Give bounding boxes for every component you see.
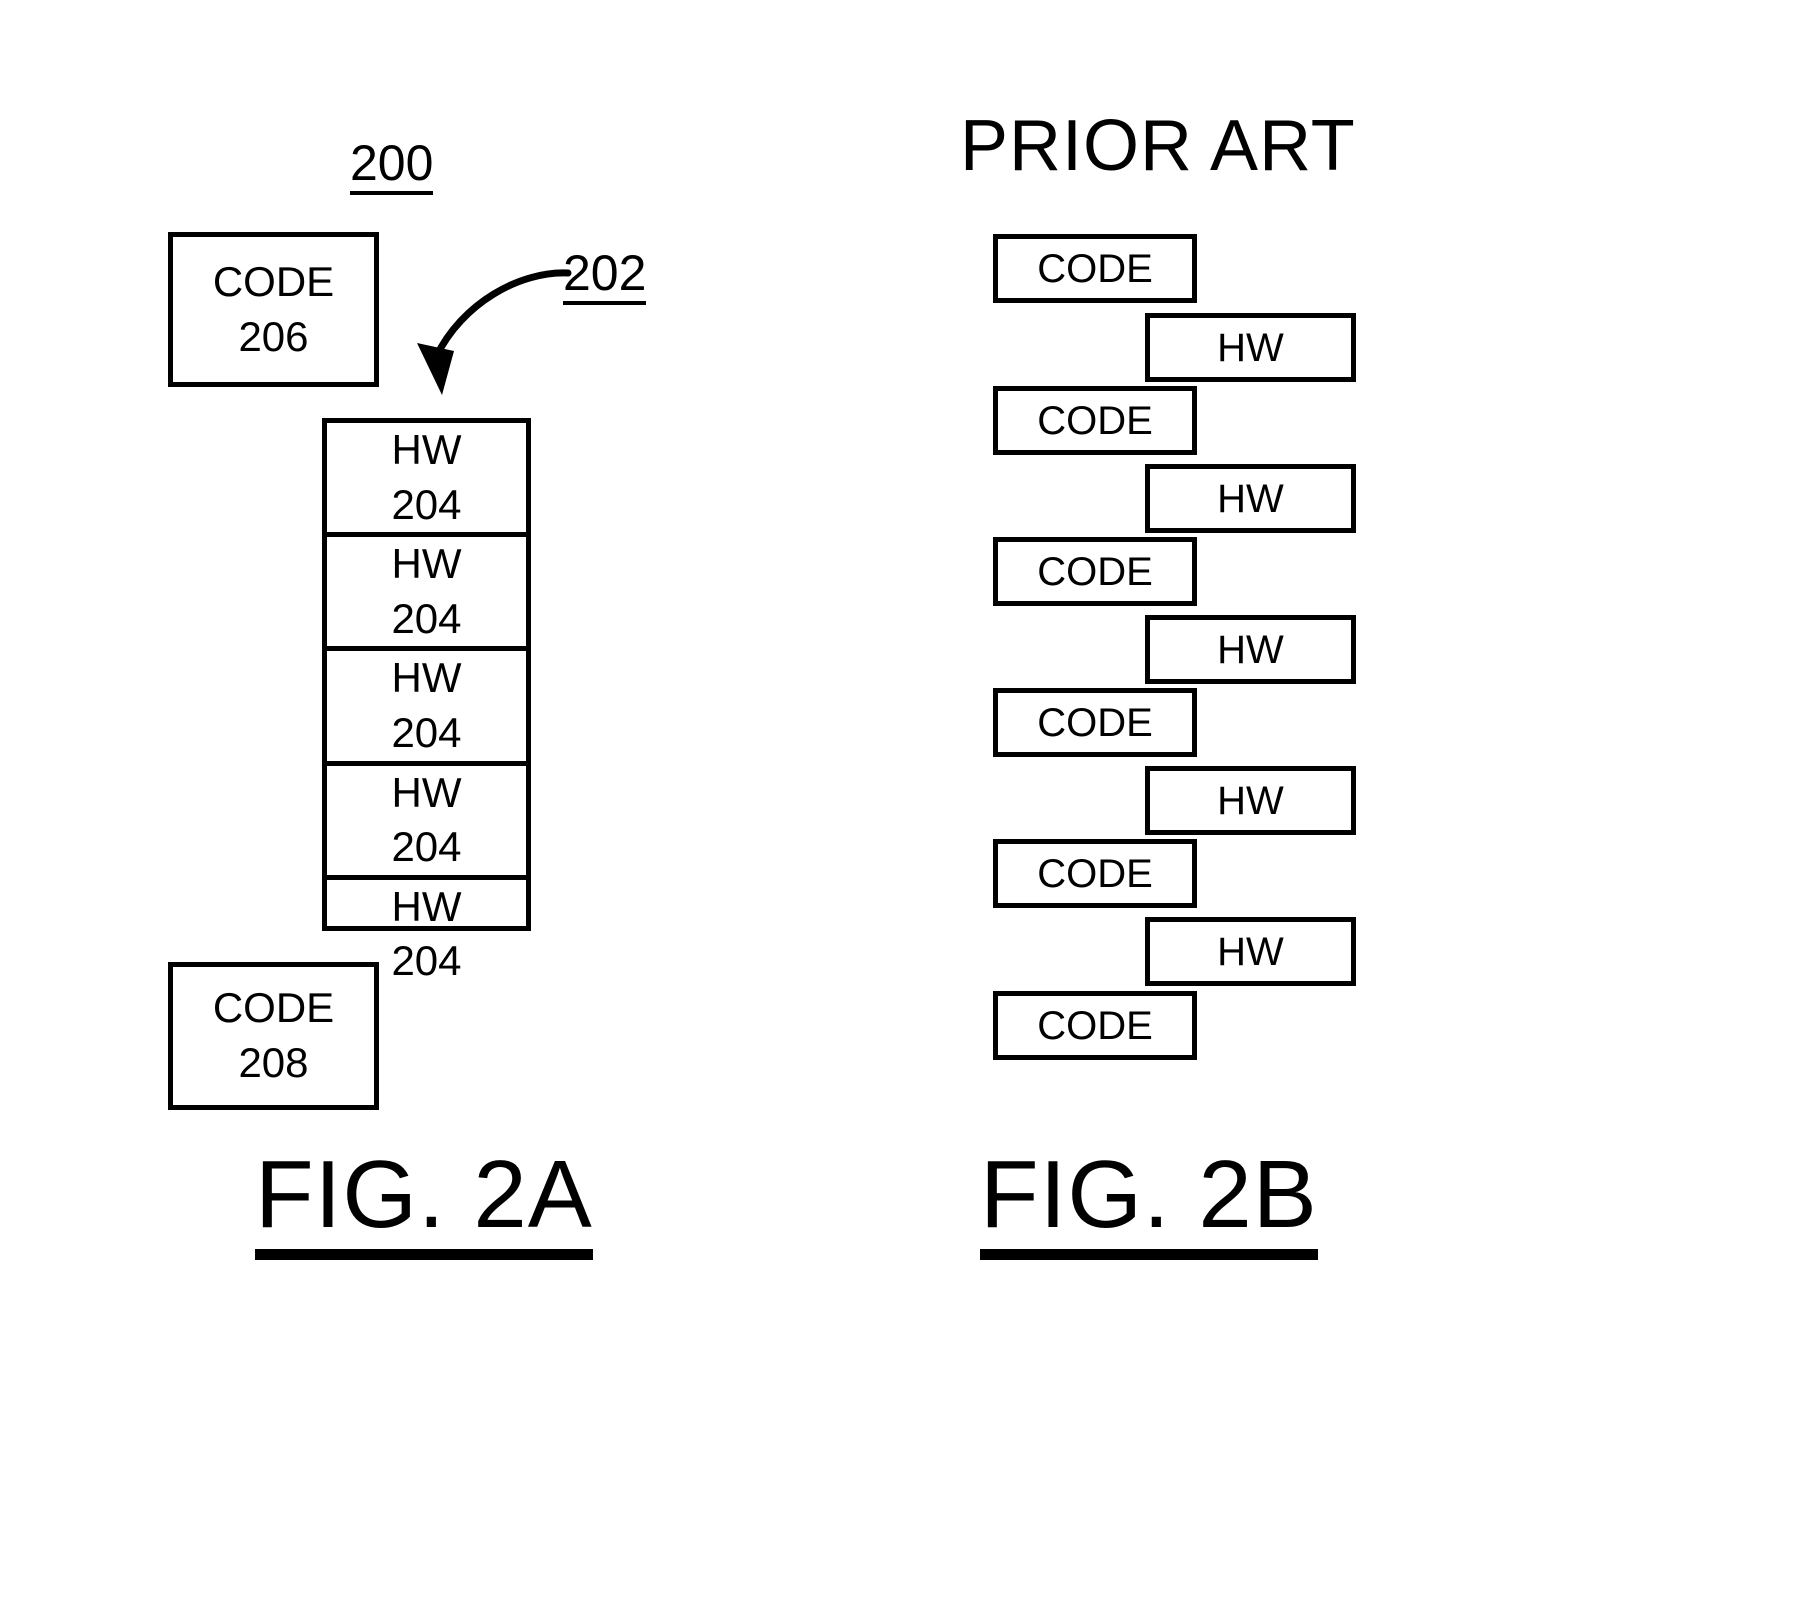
figure-2a-caption: FIG. 2A [255,1147,593,1260]
code-208-number: 208 [238,1039,309,1086]
code-206-label: CODE [212,257,335,305]
prior-art-hw-block: HW [1145,615,1356,684]
hw-204-cell: HW 204 [327,423,526,538]
prior-art-hw-block: HW [1145,464,1356,533]
prior-art-hw-block: HW [1145,313,1356,382]
prior-art-code-block: CODE [993,386,1197,455]
figure-2a: 200 CODE 206 202 HW 204 HW 204 HW 204 HW… [0,0,900,1597]
code-206-block: CODE 206 [168,232,379,387]
prior-art-code-block: CODE [993,991,1197,1060]
reference-number-202: 202 [563,248,647,305]
code-208-block: CODE 208 [168,962,379,1110]
prior-art-code-block: CODE [993,537,1197,606]
prior-art-hw-block: HW [1145,766,1356,835]
figure-2b-caption: FIG. 2B [980,1147,1318,1260]
prior-art-code-block: CODE [993,234,1197,303]
hw-204-cell: HW 204 [327,537,526,652]
code-206-number: 206 [238,312,309,360]
prior-art-hw-block: HW [1145,917,1356,986]
hw-204-cell: HW 204 [327,766,526,880]
prior-art-code-block: CODE [993,688,1197,757]
prior-art-title: PRIOR ART [960,106,1356,186]
patent-figure-sheet: 200 CODE 206 202 HW 204 HW 204 HW 204 HW… [0,0,1801,1597]
prior-art-code-block: CODE [993,839,1197,908]
hw-204-stack: HW 204 HW 204 HW 204 HW 204 HW 204 [322,418,531,984]
reference-number-200: 200 [350,138,434,195]
hw-204-cell: HW 204 [327,651,526,766]
code-208-label: CODE [212,984,335,1032]
figure-2b: PRIOR ART CODE HW CODE HW CODE HW CODE H… [900,0,1801,1597]
